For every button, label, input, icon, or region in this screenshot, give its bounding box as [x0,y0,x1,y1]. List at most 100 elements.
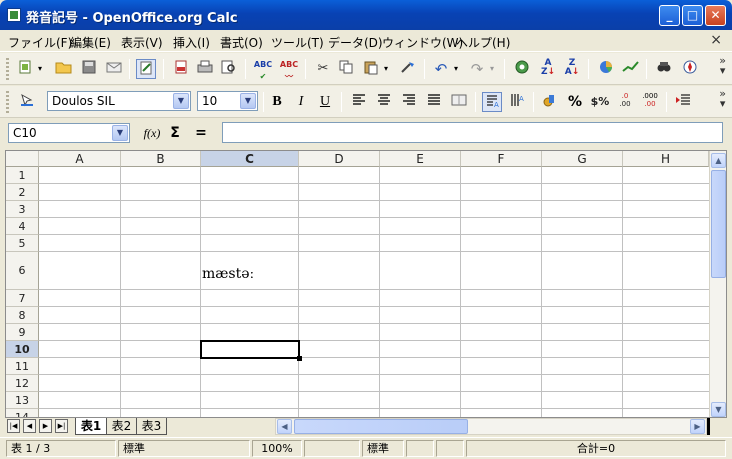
document-close-icon[interactable]: × [710,32,722,48]
font-size-combo[interactable]: 10 ▼ [197,91,258,111]
chart-icon[interactable] [596,59,616,79]
row-header-13[interactable]: 13 [6,392,39,409]
menu-file[interactable]: ファイル(F) [8,34,72,51]
row-header-11[interactable]: 11 [6,358,39,375]
sheet-tab-3[interactable]: 表3 [137,418,167,435]
row-header-6[interactable]: 6 [6,252,39,290]
horizontal-scroll-thumb[interactable] [294,419,468,434]
function-wizard-button[interactable]: f(x) [140,123,164,143]
font-name-combo[interactable]: Doulos SIL ▼ [47,91,191,111]
column-header-b[interactable]: B [121,151,201,167]
add-decimal-icon[interactable]: .0.00 [615,92,635,112]
justify-icon[interactable] [424,92,444,112]
sheet-tab-2[interactable]: 表2 [107,418,137,435]
vertical-scroll-thumb[interactable] [711,170,726,278]
paste-icon[interactable] [361,59,381,79]
row-header-8[interactable]: 8 [6,307,39,324]
percent-format-button[interactable]: % [565,92,585,112]
row-header-5[interactable]: 5 [6,235,39,252]
menu-edit[interactable]: 編集(E) [70,34,111,51]
fill-handle[interactable] [297,356,302,361]
currency-format-icon[interactable] [540,92,560,112]
menu-window[interactable]: ウィンドウ(W) [382,34,463,51]
column-header-f[interactable]: F [461,151,542,167]
cell-c6[interactable]: mæstəː [202,266,254,282]
column-header-e[interactable]: E [380,151,461,167]
scroll-left-icon[interactable]: ◀ [277,419,292,434]
status-zoom[interactable]: 100% [252,440,302,457]
row-header-1[interactable]: 1 [6,167,39,184]
undo-dropdown-icon[interactable]: ▾ [451,59,461,79]
new-dropdown-icon[interactable]: ▾ [35,59,45,79]
spellcheck-icon[interactable]: ABC ✔ [253,59,273,81]
menu-help[interactable]: ヘルプ(H) [456,34,510,51]
cut-icon[interactable]: ✂ [313,59,333,79]
save-icon[interactable] [79,59,99,79]
row-header-7[interactable]: 7 [6,290,39,307]
toolbar-grip[interactable] [6,91,9,113]
open-folder-icon[interactable] [54,59,74,79]
row-header-2[interactable]: 2 [6,184,39,201]
scroll-right-icon[interactable]: ▶ [690,419,705,434]
menu-data[interactable]: データ(D) [328,34,383,51]
redo-dropdown-icon[interactable]: ▾ [487,59,497,79]
export-pdf-icon[interactable] [171,59,191,79]
sort-descending-icon[interactable]: Z A↓ [562,59,582,79]
menu-tools[interactable]: ツール(T) [271,34,324,51]
calc-app-icon[interactable] [7,8,21,22]
bold-button[interactable]: B [267,92,287,112]
redo-icon[interactable]: ↷ [467,59,487,79]
maximize-button[interactable]: □ [682,5,703,26]
column-header-d[interactable]: D [299,151,380,167]
row-header-10[interactable]: 10 [6,341,39,358]
paste-dropdown-icon[interactable]: ▾ [381,59,391,79]
select-all-corner[interactable] [6,151,39,167]
row-header-14[interactable]: 14 [6,409,39,417]
close-button[interactable]: ✕ [705,5,726,26]
row-header-3[interactable]: 3 [6,201,39,218]
column-header-g[interactable]: G [542,151,623,167]
align-left-icon[interactable] [349,92,369,112]
column-header-c[interactable]: C [201,151,299,167]
sum-button[interactable]: Σ [165,123,185,143]
previous-sheet-icon[interactable]: ◀ [23,419,36,433]
column-header-a[interactable]: A [39,151,121,167]
find-replace-icon[interactable] [654,59,674,79]
status-page-style[interactable]: 標準 [118,440,250,457]
row-header-9[interactable]: 9 [6,324,39,341]
formula-input[interactable] [222,122,723,143]
styles-formatting-icon[interactable] [17,92,37,112]
decrease-indent-icon[interactable] [673,92,693,112]
spreadsheet-grid[interactable]: A B C D E F G H 1 2 3 4 5 6 7 8 9 10 11 … [5,150,727,418]
chevron-down-icon[interactable]: ▼ [240,93,256,109]
status-insert-mode[interactable]: 標準 [362,440,404,457]
navigator-icon[interactable] [680,59,700,79]
draw-functions-icon[interactable] [620,59,640,79]
delete-decimal-icon[interactable]: .000.00 [640,92,660,112]
active-cell-c10[interactable] [200,340,300,359]
sort-ascending-icon[interactable]: A Z↓ [538,59,558,79]
row-header-12[interactable]: 12 [6,375,39,392]
merge-cells-icon[interactable] [449,92,469,112]
align-center-icon[interactable] [374,92,394,112]
page-preview-icon[interactable] [219,59,239,79]
next-sheet-icon[interactable]: ▶ [39,419,52,433]
standard-format-button[interactable]: $% [590,92,610,112]
row-header-4[interactable]: 4 [6,218,39,235]
undo-icon[interactable]: ↶ [431,59,451,79]
align-right-icon[interactable] [399,92,419,112]
italic-button[interactable]: I [291,92,311,112]
horizontal-scrollbar[interactable]: ◀ ▶ [275,418,707,435]
vertical-scrollbar[interactable]: ▲ ▼ [709,151,726,417]
function-button[interactable]: = [191,123,211,143]
chevron-down-icon[interactable]: ▼ [112,125,128,141]
wrap-text-icon[interactable]: A [482,92,502,112]
name-box[interactable]: C10 ▼ [8,123,130,143]
column-header-h[interactable]: H [623,151,709,167]
new-document-icon[interactable] [15,59,35,79]
last-sheet-icon[interactable]: ▶| [55,419,68,433]
underline-button[interactable]: U [315,92,335,112]
chevron-down-icon[interactable]: ▼ [173,93,189,109]
scroll-up-icon[interactable]: ▲ [711,153,726,168]
status-selection-mode[interactable] [406,440,434,457]
